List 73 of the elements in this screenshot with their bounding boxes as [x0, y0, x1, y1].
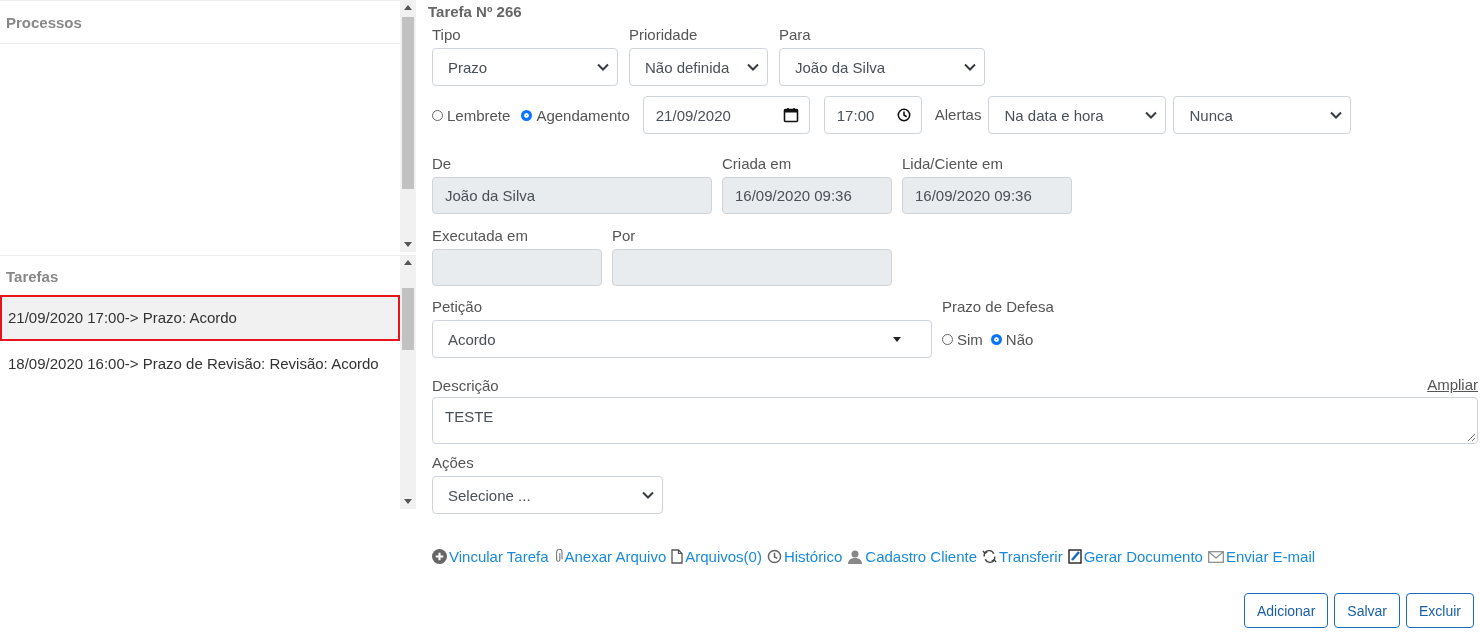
- form-title: Tarefa Nº 266: [428, 3, 523, 22]
- scroll-down-icon[interactable]: [404, 242, 412, 247]
- radio-option[interactable]: Lembrete: [432, 106, 511, 124]
- action-link[interactable]: Arquivos(0): [671, 548, 762, 565]
- radio-option[interactable]: Sim: [942, 330, 983, 348]
- scroll-down-icon[interactable]: [404, 499, 412, 504]
- action-link[interactable]: Enviar E-mail: [1207, 548, 1316, 565]
- resize-handle-icon[interactable]: [1467, 433, 1475, 441]
- chevron-icon: [1330, 111, 1343, 119]
- field-label: Alertas: [934, 105, 982, 125]
- edit-document-icon: [1067, 549, 1082, 564]
- readonly-field: João da Silva: [432, 177, 712, 214]
- section-title: Processos: [0, 1, 400, 44]
- priority-select[interactable]: Não definida: [629, 48, 768, 86]
- type-select[interactable]: Prazo: [432, 48, 618, 86]
- action-link[interactable]: Transferir: [982, 548, 1063, 565]
- action-link[interactable]: Vincular Tarefa: [432, 548, 549, 565]
- radio-option[interactable]: Não: [990, 330, 1034, 348]
- person-icon: [847, 549, 864, 564]
- time-field[interactable]: 17:00: [823, 96, 922, 134]
- action-button[interactable]: Excluir: [1406, 593, 1474, 628]
- scrollbar-thumb[interactable]: [402, 288, 414, 350]
- field-label: De: [432, 154, 453, 174]
- field-label: Ações: [432, 453, 475, 473]
- paperclip-icon: [553, 549, 563, 564]
- task-item[interactable]: 18/09/2020 16:00-> Prazo de Revisão: Revisão: Acordo: [0, 341, 400, 387]
- petition-select[interactable]: Acordo: [432, 320, 932, 358]
- radio-option[interactable]: Agendamento: [521, 106, 630, 124]
- date-field[interactable]: 21/09/2020: [642, 96, 810, 134]
- action-link[interactable]: Cadastro Cliente: [847, 548, 978, 565]
- readonly-field: 16/09/2020 09:36: [722, 177, 892, 214]
- description-field[interactable]: TESTE: [432, 397, 1478, 444]
- field-label: Tipo: [432, 25, 462, 45]
- caret-icon: [893, 336, 901, 342]
- field-label: Executada em: [432, 226, 529, 246]
- section-title: Tarefas: [5, 267, 60, 287]
- field-label: Criada em: [722, 154, 793, 174]
- scroll-up-icon[interactable]: [404, 5, 412, 10]
- actions-select[interactable]: Selecione ...: [432, 476, 663, 514]
- action-link[interactable]: Gerar Documento: [1067, 548, 1203, 565]
- field-label: Prioridade: [629, 25, 699, 45]
- task-item[interactable]: 21/09/2020 17:00-> Prazo: Acordo: [0, 295, 400, 341]
- document-icon: [671, 549, 684, 564]
- action-button[interactable]: Adicionar: [1243, 593, 1329, 628]
- envelope-icon: [1207, 550, 1224, 563]
- scrollbar[interactable]: [400, 255, 416, 509]
- chevron-icon: [747, 63, 759, 71]
- clock-icon: [766, 549, 782, 564]
- chevron-icon: [597, 63, 609, 71]
- scrollbar[interactable]: [400, 0, 416, 252]
- calendar-icon: [782, 107, 799, 123]
- field-label: Para: [779, 25, 812, 45]
- plus-icon: [432, 549, 447, 564]
- chevron-icon: [964, 63, 976, 71]
- field-label: Petição: [432, 297, 484, 317]
- field-label: Por: [612, 226, 637, 246]
- scroll-up-icon[interactable]: [404, 260, 412, 265]
- assignee-select[interactable]: João da Silva: [779, 48, 985, 86]
- scrollbar-thumb[interactable]: [402, 17, 414, 189]
- field-label: Descrição: [432, 376, 499, 396]
- action-link[interactable]: Histórico: [766, 548, 843, 565]
- refresh-icon: [982, 549, 998, 564]
- repeat-select[interactable]: Nunca: [1173, 96, 1352, 134]
- field-label: Lida/Ciente em: [902, 154, 1004, 174]
- clock-icon: [896, 108, 911, 122]
- chevron-icon: [1145, 111, 1158, 119]
- alert-select[interactable]: Na data e hora: [988, 96, 1167, 134]
- action-link[interactable]: Anexar Arquivo: [553, 548, 667, 565]
- field-label: Prazo de Defesa: [942, 297, 1054, 317]
- readonly-field: 16/09/2020 09:36: [902, 177, 1072, 214]
- expand-link[interactable]: Ampliar: [1427, 376, 1478, 399]
- action-button[interactable]: Salvar: [1334, 593, 1400, 628]
- chevron-icon: [642, 491, 654, 499]
